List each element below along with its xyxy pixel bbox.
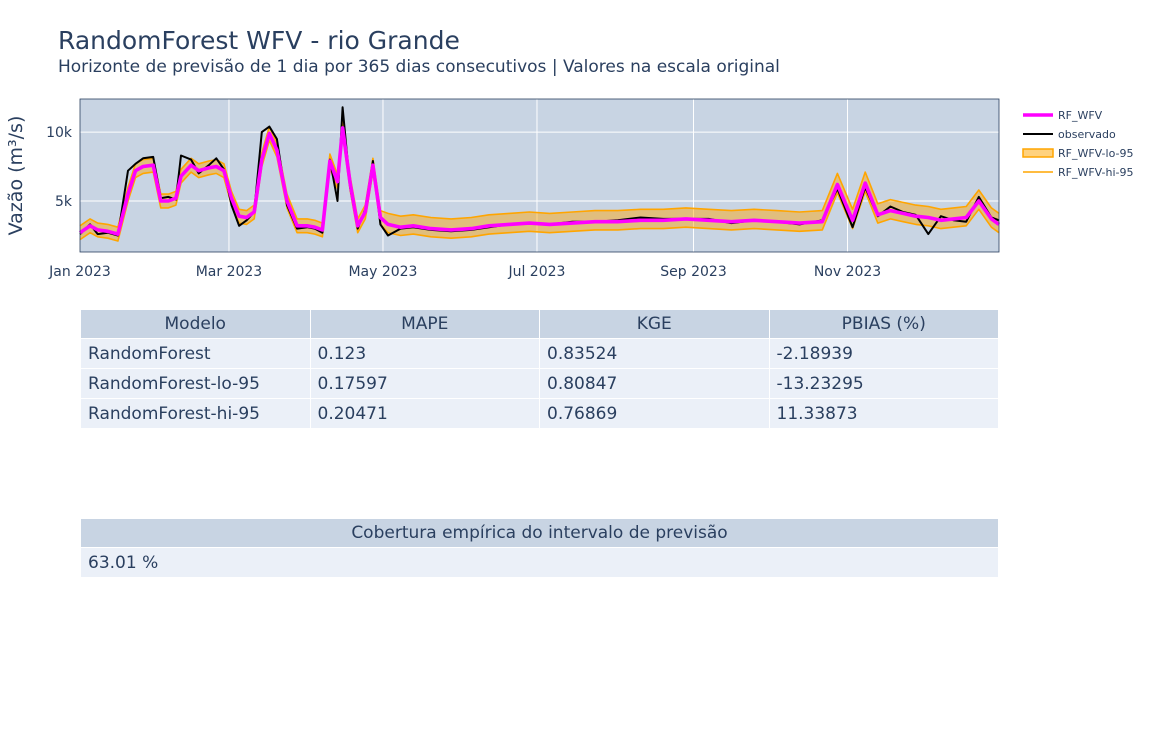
legend-label: RF_WFV <box>1058 109 1103 122</box>
x-tick-label: Jan 2023 <box>48 264 111 280</box>
coverage-header-row: Cobertura empírica do intervalo de previ… <box>80 518 999 548</box>
y-tick-label: 10k <box>46 125 73 141</box>
metrics-header-row: Modelo MAPE KGE PBIAS (%) <box>80 309 999 339</box>
y-axis-label: Vazão (m³/s) <box>5 116 27 236</box>
x-tick-label: Jul 2023 <box>507 264 565 280</box>
legend[interactable]: RF_WFV observado RF_WFV-lo-95 RF_WFV-hi-95 <box>1022 109 1134 179</box>
legend-label: RF_WFV-lo-95 <box>1058 147 1133 160</box>
header-kge: KGE <box>539 309 770 339</box>
x-tick-label: May 2023 <box>348 264 417 280</box>
cell-kge: 0.76869 <box>539 398 770 429</box>
table-row: 63.01 % <box>80 547 999 578</box>
cell-kge: 0.83524 <box>539 338 770 369</box>
cell-modelo: RandomForest-lo-95 <box>80 368 311 399</box>
cell-pbias: 11.33873 <box>768 398 999 429</box>
legend-label: RF_WFV-hi-95 <box>1058 166 1134 179</box>
cell-modelo: RandomForest <box>80 338 311 369</box>
coverage-table: Cobertura empírica do intervalo de previ… <box>80 518 999 578</box>
table-row: RandomForest-hi-95 0.20471 0.76869 11.33… <box>80 398 999 429</box>
cell-mape: 0.20471 <box>309 398 540 429</box>
header-pbias: PBIAS (%) <box>768 309 999 339</box>
legend-item[interactable]: RF_WFV <box>1023 109 1103 122</box>
chart-area: Jan 2023 Mar 2023 May 2023 Jul 2023 Sep 2023… <box>5 98 1134 280</box>
legend-label: observado <box>1058 128 1116 141</box>
x-tick-label: Mar 2023 <box>196 264 263 280</box>
y-tick-label: 5k <box>55 194 73 210</box>
cell-pbias: -2.18939 <box>768 338 999 369</box>
x-tick-label: Nov 2023 <box>814 264 881 280</box>
table-row: RandomForest 0.123 0.83524 -2.18939 <box>80 338 999 369</box>
legend-item[interactable]: observado <box>1023 128 1116 141</box>
header-modelo: Modelo <box>80 309 311 339</box>
coverage-header: Cobertura empírica do intervalo de previ… <box>80 518 999 548</box>
coverage-value: 63.01 % <box>80 547 999 578</box>
cell-mape: 0.123 <box>309 338 540 369</box>
legend-item[interactable]: RF_WFV-hi-95 <box>1023 166 1134 179</box>
x-tick-label: Sep 2023 <box>660 264 726 280</box>
header-mape: MAPE <box>309 309 540 339</box>
legend-swatch <box>1022 148 1054 158</box>
cell-modelo: RandomForest-hi-95 <box>80 398 311 429</box>
cell-mape: 0.17597 <box>309 368 540 399</box>
cell-kge: 0.80847 <box>539 368 770 399</box>
legend-item[interactable]: RF_WFV-lo-95 <box>1022 147 1133 160</box>
table-row: RandomForest-lo-95 0.17597 0.80847 -13.2… <box>80 368 999 399</box>
cell-pbias: -13.23295 <box>768 368 999 399</box>
metrics-table: Modelo MAPE KGE PBIAS (%) RandomForest 0… <box>80 309 999 429</box>
